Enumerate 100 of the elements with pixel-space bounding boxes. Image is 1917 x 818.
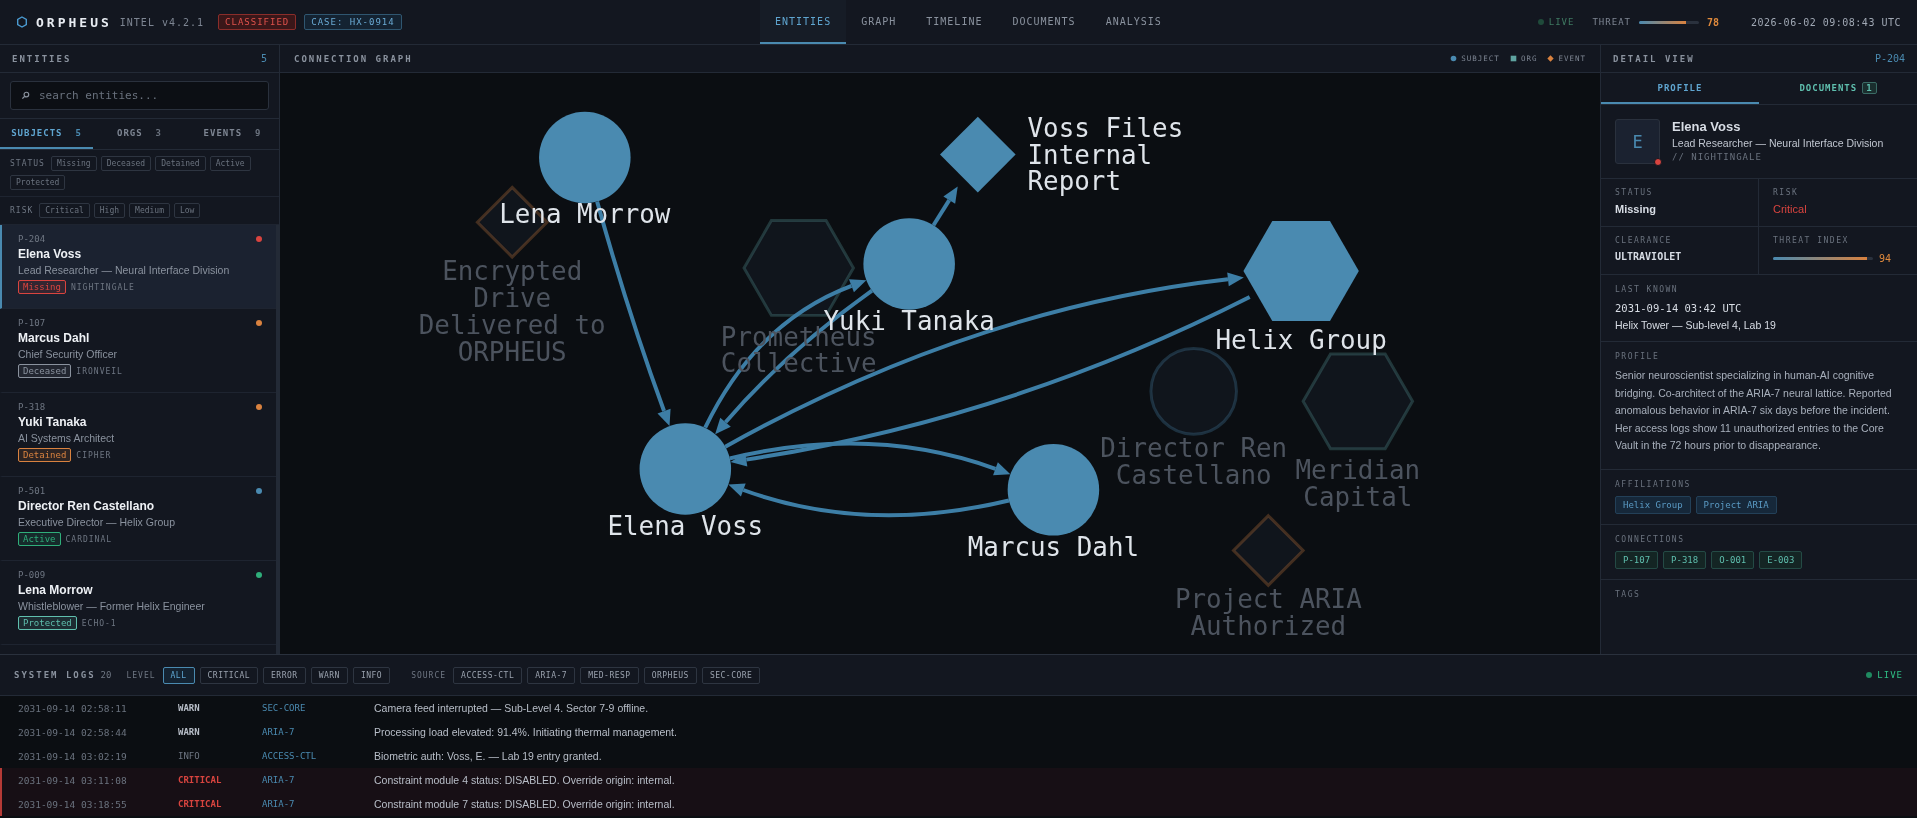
panel-title: SYSTEM LOGS [14,670,96,680]
source-filter-chip[interactable]: ARIA-7 [527,666,576,684]
graph-node[interactable] [539,111,631,204]
entity-list-item[interactable]: P-009 Lena Morrow Whistleblower — Former Helix Engineer Protected ECHO-1 [0,561,276,645]
risk-filter-chip[interactable]: High [93,203,126,218]
graph-node[interactable] [639,423,732,515]
source-filter-chip[interactable]: ACCESS-CTL [453,666,523,684]
entity-count: 5 [260,53,267,64]
affiliation-tag[interactable]: Helix Group [1615,495,1691,514]
node-label: Encrypted Drive Delivered to ORPHEUS [418,255,606,367]
field-label: THREAT INDEX [1773,236,1850,245]
level-filter-chip[interactable]: ERROR [263,666,306,684]
nav-tab[interactable]: ENTITIES [760,0,847,44]
connection-tag[interactable]: P-318 [1663,550,1707,569]
last-known-time: 2031-09-14 03:42 UTC [1615,302,1743,314]
entity-list-item[interactable]: P-204 Elena Voss Lead Researcher — Neural Interface Division Missing NIGHTINGALE [0,225,276,309]
source-filter-chip[interactable]: SEC-CORE [701,666,761,684]
level-filter-chip[interactable]: WARN [310,666,348,684]
log-message: Camera feed interrupted — Sub-Level 4. Sector 7-9 offline. [374,702,649,714]
nav-tab[interactable]: ANALYSIS [1090,0,1177,44]
threat-label: THREAT [1592,17,1631,27]
graph-node[interactable] [863,218,955,310]
last-known-place: Helix Tower — Sub-level 4, Lab 19 [1615,319,1777,331]
log-source: SEC-CORE [262,703,307,713]
nav-tab[interactable]: DOCUMENTS [997,0,1091,44]
log-message: Constraint module 7 status: DISABLED. Override origin: internal. [374,798,675,810]
nav-tab[interactable]: GRAPH [846,0,912,44]
status-badge: Detained [18,448,72,462]
risk-filter-chip[interactable]: Low [173,203,201,218]
filter-label: LEVEL [126,670,156,680]
log-count: 20 [100,670,112,680]
section-label: AFFILIATIONS [1615,479,1692,489]
codename: CARDINAL [65,534,113,544]
log-source: ARIA-7 [262,799,296,809]
filter-label: STATUS [10,159,45,168]
field-value: Missing [1615,203,1657,215]
graph-node[interactable] [1007,444,1100,536]
connection-tag[interactable]: O-001 [1711,550,1755,569]
status-filter-chip[interactable]: Detained [155,156,206,171]
section-label: TAGS [1615,589,1642,599]
graph-node[interactable] [1231,513,1306,588]
status-badge: Active [18,532,61,546]
filter-label: RISK [10,206,34,215]
log-message: Constraint module 4 status: DISABLED. Override origin: internal. [374,774,675,786]
entity-id: P-318 [18,402,46,412]
app-name: ORPHEUS [36,14,112,30]
status-badge: Missing [18,280,66,294]
node-label: Marcus Dahl [967,531,1140,562]
status-filter-chip[interactable]: Missing [50,156,97,171]
log-time: 2031-09-14 03:18:55 [18,798,128,810]
level-filter-chip[interactable]: ALL [162,666,195,684]
log-time: 2031-09-14 03:02:19 [18,750,128,762]
entity-role: AI Systems Architect [18,432,116,444]
entity-role: Executive Director — Helix Group [18,516,176,528]
log-message: Processing load elevated: 91.4%. Initiating thermal management. [374,726,677,738]
nav-tab[interactable]: TIMELINE [911,0,998,44]
affiliation-tag[interactable]: Project ARIA [1695,495,1777,514]
connection-tag[interactable]: E-003 [1759,550,1803,569]
entity-tab[interactable]: SUBJECTS 5 [0,119,93,149]
profile-name: Elena Voss [1672,119,1742,134]
entity-list-item[interactable]: P-107 Marcus Dahl Chief Security Officer Deceased IRONVEIL [0,309,276,393]
status-filter-chip[interactable]: Active [209,156,251,171]
search-field[interactable]: search entities... [10,81,269,110]
profile-text: Senior neuroscientist specializing in human-AI cognitive bridging. Co-architect of the ARIA-7 neural lattice. Reported anomalous behavior in ARIA-7 six days before the incident. Her access logs show 11 unauthorized entries to the Core Vault in the 72 hours prior to disappearance. [1615,368,1893,453]
status-filter-chip[interactable]: Protected [10,175,66,190]
node-label: Voss Files Internal Report [1027,112,1184,197]
level-filter-chip[interactable]: CRITICAL [199,666,259,684]
classification-badge: CLASSIFIED [218,14,297,30]
detail-tab[interactable]: PROFILE [1601,73,1759,104]
level-filter-chip[interactable]: INFO [352,666,391,684]
panel-title: CONNECTION GRAPH [294,53,413,64]
entity-id: P-204 [18,234,46,244]
entity-tab[interactable]: EVENTS 9 [186,119,279,149]
connection-tag[interactable]: P-107 [1615,550,1659,569]
hexagon-logo-icon [16,16,28,28]
entity-list-item[interactable]: P-318 Yuki Tanaka AI Systems Architect Detained CIPHER [0,393,276,477]
log-source: ARIA-7 [262,727,296,737]
risk-filter-chip[interactable]: Medium [129,203,170,218]
codename: ECHO-1 [81,618,117,628]
status-filter-chip[interactable]: Deceased [100,156,152,171]
panel-title: DETAIL VIEW [1613,53,1695,64]
connection-arrow [931,186,958,227]
detail-tab[interactable]: DOCUMENTS 1 [1759,73,1917,104]
graph-node[interactable] [1243,221,1359,321]
entity-id: P-501 [18,486,46,496]
search-icon [21,91,30,100]
source-filter-chip[interactable]: ORPHEUS [643,666,697,684]
entity-list-item[interactable]: P-501 Director Ren Castellano Executive Director — Helix Group Active CARDINAL [0,477,276,561]
graph-node[interactable] [1149,347,1238,436]
entity-tab[interactable]: ORGS 3 [93,119,186,149]
entity-name: Lena Morrow [18,583,94,597]
risk-filter-chip[interactable]: Critical [39,203,90,218]
entity-name: Yuki Tanaka [18,415,88,429]
legend-icon [1509,55,1517,62]
case-badge: CASE: HX-0914 [304,14,402,30]
source-filter-chip[interactable]: MED-RESP [580,666,639,684]
avatar: E [1615,119,1660,164]
status-badge: Protected [18,616,77,630]
graph-node[interactable] [940,116,1016,193]
threat-value: 78 [1706,16,1719,28]
